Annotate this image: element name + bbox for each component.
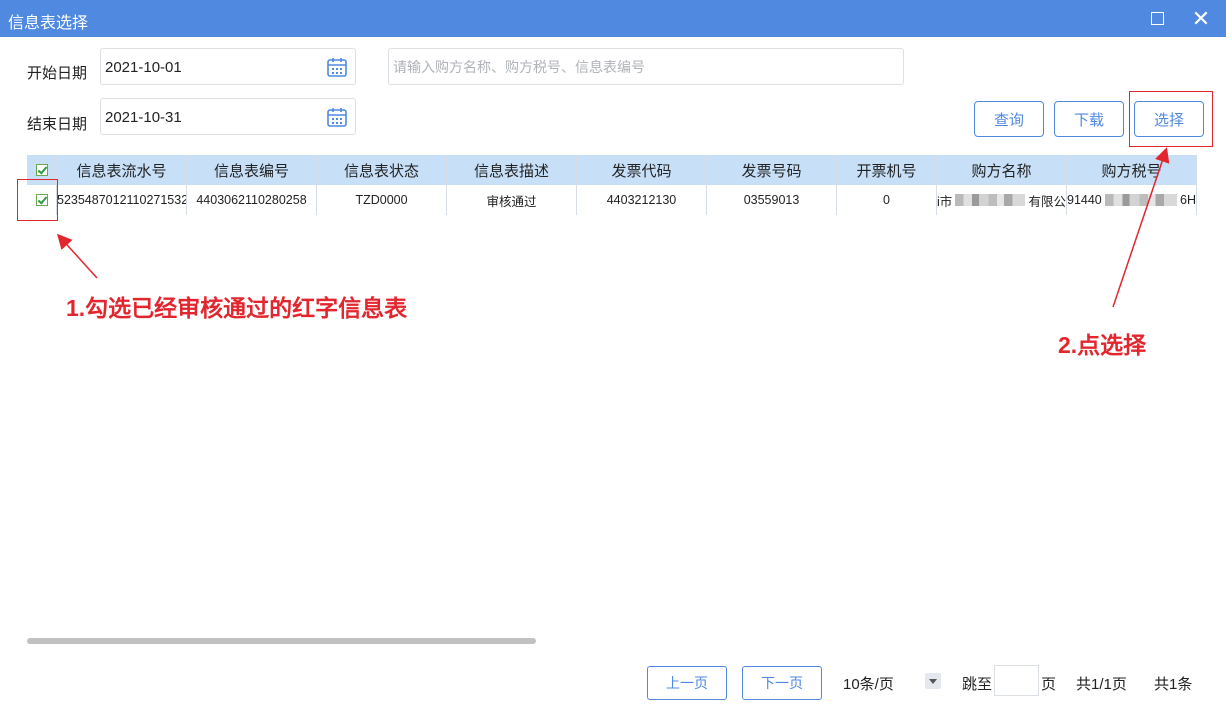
arrow-to-checkbox (56, 233, 98, 279)
annotation-step2: 2.点选择 (1058, 332, 1147, 358)
arrow-to-select-button (1112, 147, 1170, 308)
annotation-step1: 1.勾选已经审核通过的红字信息表 (66, 295, 408, 321)
annotation-arrows (56, 147, 1170, 308)
